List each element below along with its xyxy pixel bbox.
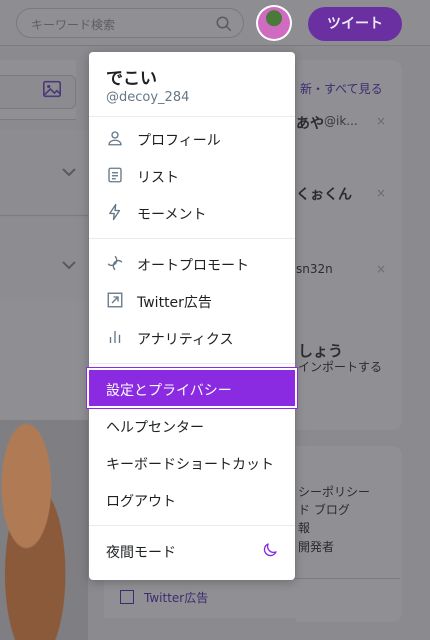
menu-item-label: プロフィール (137, 133, 221, 149)
menu-item-label: ログアウト (106, 494, 176, 510)
ads-link: Twitter広告 (144, 591, 209, 605)
suggested-user-handle: @ik... (324, 114, 358, 128)
top-navigation-bar: キーワード検索 ツイート (0, 0, 430, 46)
footer-link: 開発者 (298, 540, 335, 554)
lightning-icon (109, 203, 121, 221)
footer-link: 報 (298, 521, 311, 535)
menu-item-label: オートプロモート (137, 258, 249, 274)
tweet-button[interactable]: ツイート (308, 7, 402, 41)
list-icon (108, 167, 122, 183)
account-dropdown-menu: でこい @decoy_284 プロフィール リスト モーメント オートプロモート… (86, 52, 298, 580)
menu-item-moments[interactable]: モーメント (89, 194, 295, 231)
close-icon: × (376, 186, 387, 200)
menu-item-label: 夜間モード (106, 545, 176, 561)
menu-divider (89, 238, 295, 239)
account-name: でこい (106, 69, 157, 89)
tweet-image (0, 420, 88, 640)
image-icon (43, 80, 61, 98)
menu-item-twitter-ads[interactable]: Twitter広告 (89, 282, 295, 319)
menu-item-auto-promote[interactable]: オートプロモート (89, 245, 295, 282)
find-friends-subtitle: インポートする (298, 360, 383, 374)
menu-item-lists[interactable]: リスト (89, 157, 295, 194)
footer-link: シーポリシー (298, 485, 371, 499)
menu-divider (89, 525, 295, 526)
menu-item-analytics[interactable]: アナリティクス (89, 319, 295, 356)
account-handle: @decoy_284 (106, 90, 190, 105)
compose-area-background (0, 60, 76, 120)
menu-item-label: ヘルプセンター (106, 420, 204, 436)
menu-item-help-center[interactable]: ヘルプセンター (89, 407, 295, 444)
promote-icon (107, 255, 123, 271)
menu-item-label: Twitter広告 (137, 295, 212, 311)
menu-account-header[interactable]: でこい @decoy_284 (89, 52, 295, 112)
close-icon: × (376, 114, 387, 128)
menu-divider (89, 116, 295, 117)
menu-item-logout[interactable]: ログアウト (89, 481, 295, 518)
suggested-user-name: あや (296, 116, 324, 132)
suggested-user-name: くぉくん (296, 187, 352, 203)
menu-item-keyboard-shortcuts[interactable]: キーボードショートカット (89, 444, 295, 481)
search-input[interactable]: キーワード検索 (16, 8, 244, 38)
menu-item-label: モーメント (137, 207, 207, 223)
view-all-link: 新・すべて見る (300, 82, 383, 96)
moon-icon[interactable] (261, 541, 279, 559)
menu-item-profile[interactable]: プロフィール (89, 120, 295, 157)
analytics-icon (109, 331, 121, 343)
menu-item-night-mode[interactable]: 夜間モード (89, 532, 295, 569)
account-avatar-button[interactable] (256, 5, 292, 41)
search-placeholder: キーワード検索 (31, 18, 116, 32)
menu-item-settings-privacy[interactable]: 設定とプライバシー (86, 367, 298, 409)
menu-item-label: アナリティクス (137, 332, 234, 348)
avatar (258, 7, 290, 39)
footer-link: ド ブログ (298, 503, 350, 517)
suggested-user-name: sn32n (296, 262, 333, 276)
menu-item-label: キーボードショートカット (106, 457, 274, 473)
ads-icon (120, 590, 134, 604)
ads-icon (107, 292, 123, 308)
chevron-down-icon (62, 168, 76, 177)
chevron-down-icon (62, 261, 76, 270)
menu-item-label: リスト (137, 170, 179, 186)
menu-divider (89, 363, 295, 364)
close-icon: × (376, 262, 387, 276)
search-icon[interactable] (215, 15, 233, 33)
menu-item-label: 設定とプライバシー (106, 383, 232, 399)
person-icon (108, 131, 122, 146)
